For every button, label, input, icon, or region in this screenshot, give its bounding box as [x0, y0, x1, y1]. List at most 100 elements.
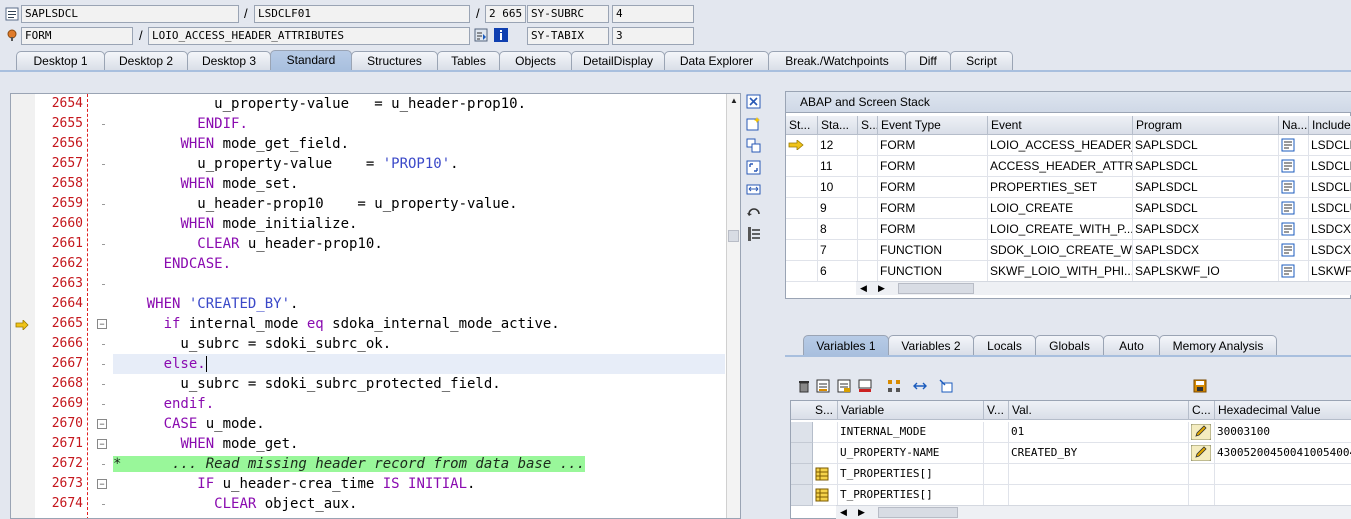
- breakpoint-gutter[interactable]: [11, 94, 35, 518]
- source-editor[interactable]: 2654 2655 2656 2657 2658 2659 2660 2661 …: [10, 93, 741, 519]
- tab-standard[interactable]: Standard: [270, 50, 352, 71]
- event-type-field[interactable]: FORM: [21, 27, 133, 45]
- tab-locals[interactable]: Locals: [973, 335, 1036, 356]
- sysvar-field[interactable]: SY-SUBRC: [527, 5, 609, 23]
- var-name-cell[interactable]: INTERNAL_MODE: [838, 422, 984, 443]
- var-value-cell[interactable]: CREATED_BY: [1009, 443, 1189, 464]
- var-change-cell[interactable]: [1189, 485, 1215, 506]
- maximize-icon[interactable]: [746, 160, 762, 176]
- source-code-icon[interactable]: [1281, 201, 1295, 215]
- services-icon[interactable]: [746, 226, 762, 242]
- tab-variables-1[interactable]: Variables 1: [803, 335, 889, 356]
- resize-icon[interactable]: [746, 182, 762, 198]
- insert-icon[interactable]: [816, 379, 830, 393]
- fold-toggle-icon[interactable]: −: [97, 419, 107, 429]
- var-name-cell[interactable]: T_PROPERTIES[]: [838, 464, 984, 485]
- stack-nav-cell[interactable]: [1279, 177, 1309, 198]
- var-col-header[interactable]: S...: [791, 401, 838, 420]
- var-value-cell[interactable]: 01: [1009, 422, 1189, 443]
- navigate-icon[interactable]: [474, 28, 488, 42]
- fold-toggle-icon[interactable]: −: [97, 439, 107, 449]
- sysval2-field[interactable]: 3: [612, 27, 694, 45]
- scroll-left-icon[interactable]: ◀: [840, 507, 847, 518]
- detail-icon[interactable]: [939, 379, 953, 393]
- var-col-header[interactable]: Hexadecimal Value: [1215, 401, 1351, 420]
- tab-detaildisplay[interactable]: DetailDisplay: [571, 51, 665, 71]
- source-code-icon[interactable]: [1281, 159, 1295, 173]
- tab-script[interactable]: Script: [950, 51, 1013, 71]
- var-name-cell[interactable]: U_PROPERTY-NAME: [838, 443, 984, 464]
- tab-desktop-2[interactable]: Desktop 2: [104, 51, 188, 71]
- variables-hscroll-thumb[interactable]: [878, 507, 958, 518]
- stack-nav-cell[interactable]: [1279, 219, 1309, 240]
- scroll-right-icon[interactable]: ▶: [858, 507, 865, 518]
- row-selector[interactable]: [791, 422, 813, 443]
- save-icon[interactable]: [1193, 379, 1207, 393]
- var-change-cell[interactable]: [1189, 422, 1215, 443]
- scroll-right-icon[interactable]: ▶: [878, 283, 885, 294]
- line-field[interactable]: 2 665: [485, 5, 526, 23]
- scroll-up-arrow-icon[interactable]: ▲: [730, 96, 738, 105]
- tab-desktop-3[interactable]: Desktop 3: [187, 51, 271, 71]
- var-col-header[interactable]: Variable: [838, 401, 984, 420]
- scroll-thumb[interactable]: [728, 230, 739, 242]
- stack-nav-cell[interactable]: [1279, 261, 1309, 282]
- fold-toggle-icon[interactable]: −: [97, 319, 107, 329]
- stack-nav-cell[interactable]: [1279, 198, 1309, 219]
- stack-nav-cell[interactable]: [1279, 240, 1309, 261]
- stack-col-header[interactable]: Sta...: [818, 116, 858, 135]
- fold-toggle-icon[interactable]: −: [97, 479, 107, 489]
- row-selector[interactable]: [791, 443, 813, 464]
- stack-hscroll[interactable]: ◀ ▶: [856, 281, 1351, 295]
- edit-pencil-icon[interactable]: [1190, 444, 1212, 462]
- stack-col-header[interactable]: Event: [988, 116, 1133, 135]
- move-icon[interactable]: [913, 379, 927, 393]
- var-change-cell[interactable]: [1189, 443, 1215, 464]
- tab-structures[interactable]: Structures: [351, 51, 438, 71]
- stack-col-header[interactable]: Na...: [1279, 116, 1309, 135]
- stack-col-header[interactable]: Include: [1309, 116, 1351, 135]
- source-code-icon[interactable]: [1281, 180, 1295, 194]
- var-col-header[interactable]: Val.: [1009, 401, 1189, 420]
- stack-col-header[interactable]: Program: [1133, 116, 1279, 135]
- tree-icon[interactable]: [887, 379, 901, 393]
- filter-icon[interactable]: [858, 379, 872, 393]
- tab-objects[interactable]: Objects: [499, 51, 572, 71]
- tab-data-explorer[interactable]: Data Explorer: [664, 51, 769, 71]
- variables-hscroll[interactable]: ◀ ▶: [836, 505, 1351, 519]
- var-value-cell[interactable]: [1009, 464, 1189, 485]
- delete-icon[interactable]: [797, 379, 811, 393]
- close-icon[interactable]: [746, 94, 762, 110]
- source-code-icon[interactable]: [1281, 264, 1295, 278]
- undo-icon[interactable]: [746, 204, 762, 220]
- var-name-cell[interactable]: T_PROPERTIES[]: [838, 485, 984, 506]
- editor-scrollbar[interactable]: ▲: [726, 94, 740, 518]
- sysval-field[interactable]: 4: [612, 5, 694, 23]
- tab-breakpoints[interactable]: Break./Watchpoints: [768, 51, 906, 71]
- tab-variables-2[interactable]: Variables 2: [888, 335, 974, 356]
- row-selector[interactable]: [791, 485, 813, 506]
- tab-memory-analysis[interactable]: Memory Analysis: [1159, 335, 1277, 356]
- include-field[interactable]: LSDCLF01: [254, 5, 470, 23]
- tab-desktop-1[interactable]: Desktop 1: [16, 51, 105, 71]
- event-field[interactable]: LOIO_ACCESS_HEADER_ATTRIBUTES: [148, 27, 470, 45]
- stack-col-header[interactable]: St...: [786, 116, 818, 135]
- stack-nav-cell[interactable]: [1279, 156, 1309, 177]
- source-code-icon[interactable]: [1281, 138, 1295, 152]
- tab-diff[interactable]: Diff: [905, 51, 951, 71]
- sysvar2-field[interactable]: SY-TABIX: [527, 27, 609, 45]
- source-code-icon[interactable]: [1281, 243, 1295, 257]
- var-col-header[interactable]: V...: [984, 401, 1009, 420]
- table-icon[interactable]: [815, 488, 829, 502]
- tab-globals[interactable]: Globals: [1035, 335, 1104, 356]
- stack-col-header[interactable]: Event Type: [878, 116, 988, 135]
- tab-tables[interactable]: Tables: [437, 51, 500, 71]
- swap-tool-icon[interactable]: [746, 138, 762, 154]
- stack-col-header[interactable]: S...: [858, 116, 878, 135]
- stack-hscroll-thumb[interactable]: [898, 283, 974, 294]
- program-field[interactable]: SAPLSDCL: [21, 5, 239, 23]
- new-tool-icon[interactable]: [746, 116, 762, 132]
- var-change-cell[interactable]: [1189, 464, 1215, 485]
- stack-nav-cell[interactable]: [1279, 135, 1309, 156]
- tab-auto[interactable]: Auto: [1103, 335, 1160, 356]
